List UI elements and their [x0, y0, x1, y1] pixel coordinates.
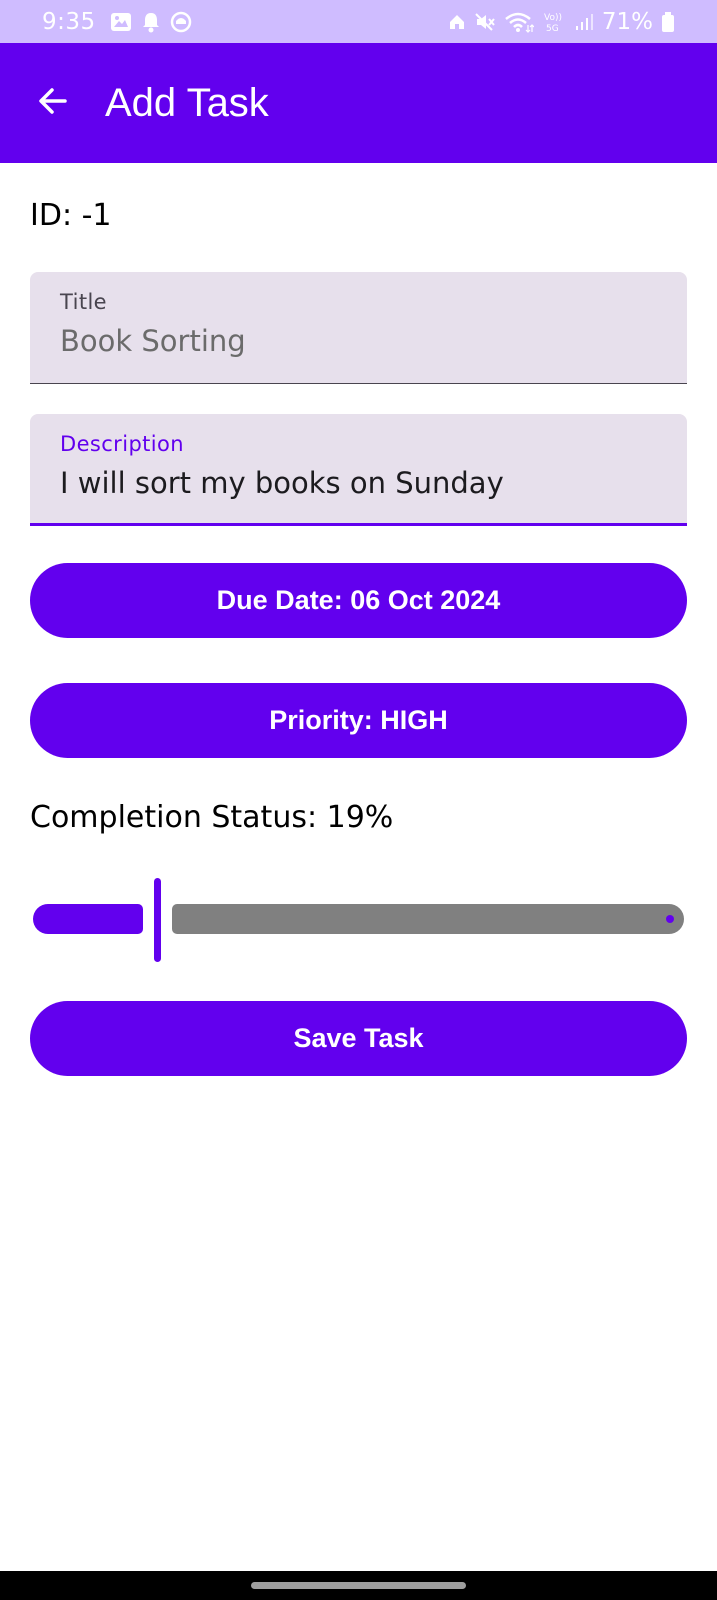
description-field[interactable]: Description I will sort my books on Sund…: [30, 414, 687, 526]
app-circle-icon: [170, 11, 192, 33]
app-bar: Add Task: [0, 43, 717, 163]
wifi-icon: [504, 11, 534, 33]
due-date-button[interactable]: Due Date: 06 Oct 2024: [30, 563, 687, 638]
description-field-label: Description: [60, 432, 185, 456]
arrow-back-icon: [35, 83, 71, 124]
slider-inactive-track: [171, 904, 684, 934]
status-right-icons: Vo)) 5G 71%: [448, 9, 675, 35]
svg-text:Vo)): Vo)): [544, 13, 562, 23]
back-button[interactable]: [23, 73, 83, 133]
image-icon: [110, 12, 132, 32]
svg-text:5G: 5G: [546, 24, 559, 33]
slider-active-track: [33, 904, 143, 934]
completion-status-label: Completion Status: 19%: [30, 800, 394, 835]
save-task-button[interactable]: Save Task: [30, 1001, 687, 1076]
signal-icon: [574, 12, 594, 32]
status-bar: 9:35 Vo)) 5G 71%: [0, 0, 717, 43]
task-id-label: ID: -1: [30, 198, 112, 233]
slider-thumb[interactable]: [153, 878, 161, 962]
navigation-bar: [0, 1571, 717, 1600]
description-field-value[interactable]: I will sort my books on Sunday: [60, 466, 657, 500]
battery-percent: 71%: [601, 8, 653, 35]
home-handle[interactable]: [251, 1582, 466, 1589]
home-icon: [448, 13, 466, 31]
volte-5g-icon: Vo)) 5G: [542, 11, 566, 33]
title-field-label: Title: [60, 290, 108, 314]
status-time: 9:35: [42, 8, 96, 35]
priority-button[interactable]: Priority: HIGH: [30, 683, 687, 758]
battery-icon: [661, 11, 675, 33]
page-title: Add Task: [105, 80, 269, 125]
completion-slider[interactable]: [30, 875, 687, 962]
title-field[interactable]: Title Book Sorting: [30, 272, 687, 384]
slider-end-dot: [666, 915, 674, 923]
bell-icon: [141, 11, 161, 33]
title-field-value[interactable]: Book Sorting: [60, 324, 657, 358]
mute-icon: [474, 12, 496, 32]
status-left-icons: [110, 11, 192, 33]
